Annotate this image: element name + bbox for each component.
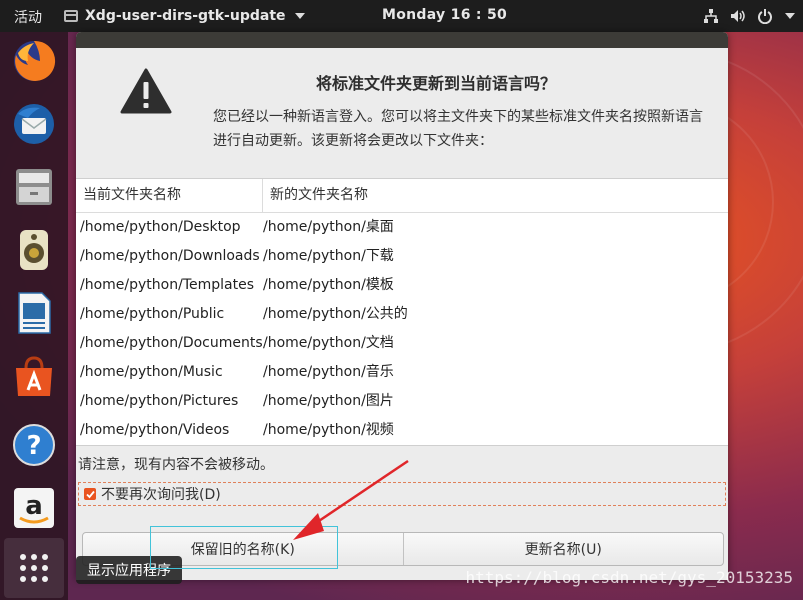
new-name-cell: /home/python/图片 <box>263 393 394 409</box>
current-name-cell: /home/python/Videos <box>80 422 230 438</box>
column-header-current[interactable]: 当前文件夹名称 <box>76 179 263 212</box>
software-launcher[interactable] <box>10 352 58 400</box>
svg-text:a: a <box>25 491 43 521</box>
new-name-cell: /home/python/公共的 <box>263 306 408 322</box>
current-name-cell: /home/python/Pictures <box>80 393 239 409</box>
table-row[interactable]: /home/python/Public/home/python/公共的 <box>76 300 728 329</box>
svg-text:?: ? <box>26 431 41 461</box>
dock: ? a <box>0 32 68 600</box>
app-menu-label: Xdg-user-dirs-gtk-update <box>85 8 286 24</box>
table-row[interactable]: /home/python/Pictures/home/python/图片 <box>76 387 728 416</box>
window-icon <box>64 10 78 22</box>
update-names-button[interactable]: 更新名称(U) <box>402 533 724 565</box>
table-row[interactable]: /home/python/Videos/home/python/视频 <box>76 416 728 445</box>
software-center-icon <box>16 356 52 396</box>
new-name-cell: /home/python/文档 <box>263 335 394 351</box>
current-name-cell: /home/python/Documents <box>80 335 263 351</box>
chevron-down-icon <box>785 13 795 19</box>
volume-icon <box>731 10 745 22</box>
activities-button[interactable]: 活动 <box>14 7 42 27</box>
writer-launcher[interactable] <box>10 289 58 337</box>
grid-icon <box>20 554 48 582</box>
help-icon: ? <box>13 424 55 466</box>
move-notice: 请注意，现有内容不会被移动。 <box>78 457 274 473</box>
firefox-launcher[interactable] <box>10 37 58 85</box>
new-name-cell: /home/python/桌面 <box>263 219 394 235</box>
new-name-cell: /home/python/下载 <box>263 248 394 264</box>
amazon-launcher[interactable]: a <box>10 484 58 532</box>
table-row[interactable]: /home/python/Downloads/home/python/下载 <box>76 242 728 271</box>
table-row[interactable]: /home/python/Music/home/python/音乐 <box>76 358 728 387</box>
dialog-description: 您已经以一种新语言登入。您可以将主文件夹下的某些标准文件夹名按照新语言进行自动更… <box>213 109 703 149</box>
table-header: 当前文件夹名称 新的文件夹名称 <box>76 179 728 213</box>
table-row[interactable]: /home/python/Templates/home/python/模板 <box>76 271 728 300</box>
amazon-icon: a <box>14 488 54 528</box>
show-apps-button[interactable] <box>4 538 64 598</box>
network-icon <box>704 9 718 23</box>
rhythmbox-icon <box>20 230 48 270</box>
dont-ask-again-checkbox[interactable] <box>84 488 96 500</box>
new-name-cell: /home/python/音乐 <box>263 364 394 380</box>
dont-ask-again-checkbox-row[interactable]: 不要再次询问我(D) <box>78 482 726 506</box>
firefox-icon <box>14 40 56 81</box>
files-icon <box>16 169 52 205</box>
system-tray[interactable] <box>703 4 795 28</box>
dialog-title: 将标准文件夹更新到当前语言吗？ <box>315 74 556 93</box>
new-name-cell: /home/python/视频 <box>263 422 394 438</box>
table-row[interactable]: /home/python/Desktop/home/python/桌面 <box>76 213 728 242</box>
folders-table: 当前文件夹名称 新的文件夹名称 /home/python/Desktop/hom… <box>76 178 728 446</box>
watermark: https://blog.csdn.net/gys_20153235 <box>465 568 793 587</box>
thunderbird-icon <box>14 104 54 144</box>
libreoffice-writer-icon <box>18 292 51 334</box>
rhythmbox-launcher[interactable] <box>10 226 58 274</box>
current-name-cell: /home/python/Desktop <box>80 219 241 235</box>
clock[interactable]: Monday 16 : 50 <box>382 7 507 23</box>
warning-icon <box>120 68 172 114</box>
current-name-cell: /home/python/Downloads <box>80 248 260 264</box>
current-name-cell: /home/python/Templates <box>80 277 254 293</box>
current-name-cell: /home/python/Music <box>80 364 223 380</box>
thunderbird-launcher[interactable] <box>10 100 58 148</box>
table-row[interactable]: /home/python/Documents/home/python/文档 <box>76 329 728 358</box>
chevron-down-icon <box>294 13 305 19</box>
app-menu[interactable]: Xdg-user-dirs-gtk-update <box>64 5 305 27</box>
dialog-titlebar[interactable] <box>76 32 728 48</box>
checkmark-icon <box>85 490 95 498</box>
column-header-new[interactable]: 新的文件夹名称 <box>263 179 368 212</box>
files-launcher[interactable] <box>10 163 58 211</box>
new-name-cell: /home/python/模板 <box>263 277 394 293</box>
help-launcher[interactable]: ? <box>10 421 58 469</box>
power-icon <box>758 9 772 24</box>
update-folders-dialog: 将标准文件夹更新到当前语言吗？ 您已经以一种新语言登入。您可以将主文件夹下的某些… <box>76 32 728 580</box>
annotation-highlight-box <box>150 526 338 569</box>
current-name-cell: /home/python/Public <box>80 306 225 322</box>
top-bar: 活动 Xdg-user-dirs-gtk-update Monday 16 : … <box>0 0 803 32</box>
dont-ask-again-label[interactable]: 不要再次询问我(D) <box>101 484 221 504</box>
